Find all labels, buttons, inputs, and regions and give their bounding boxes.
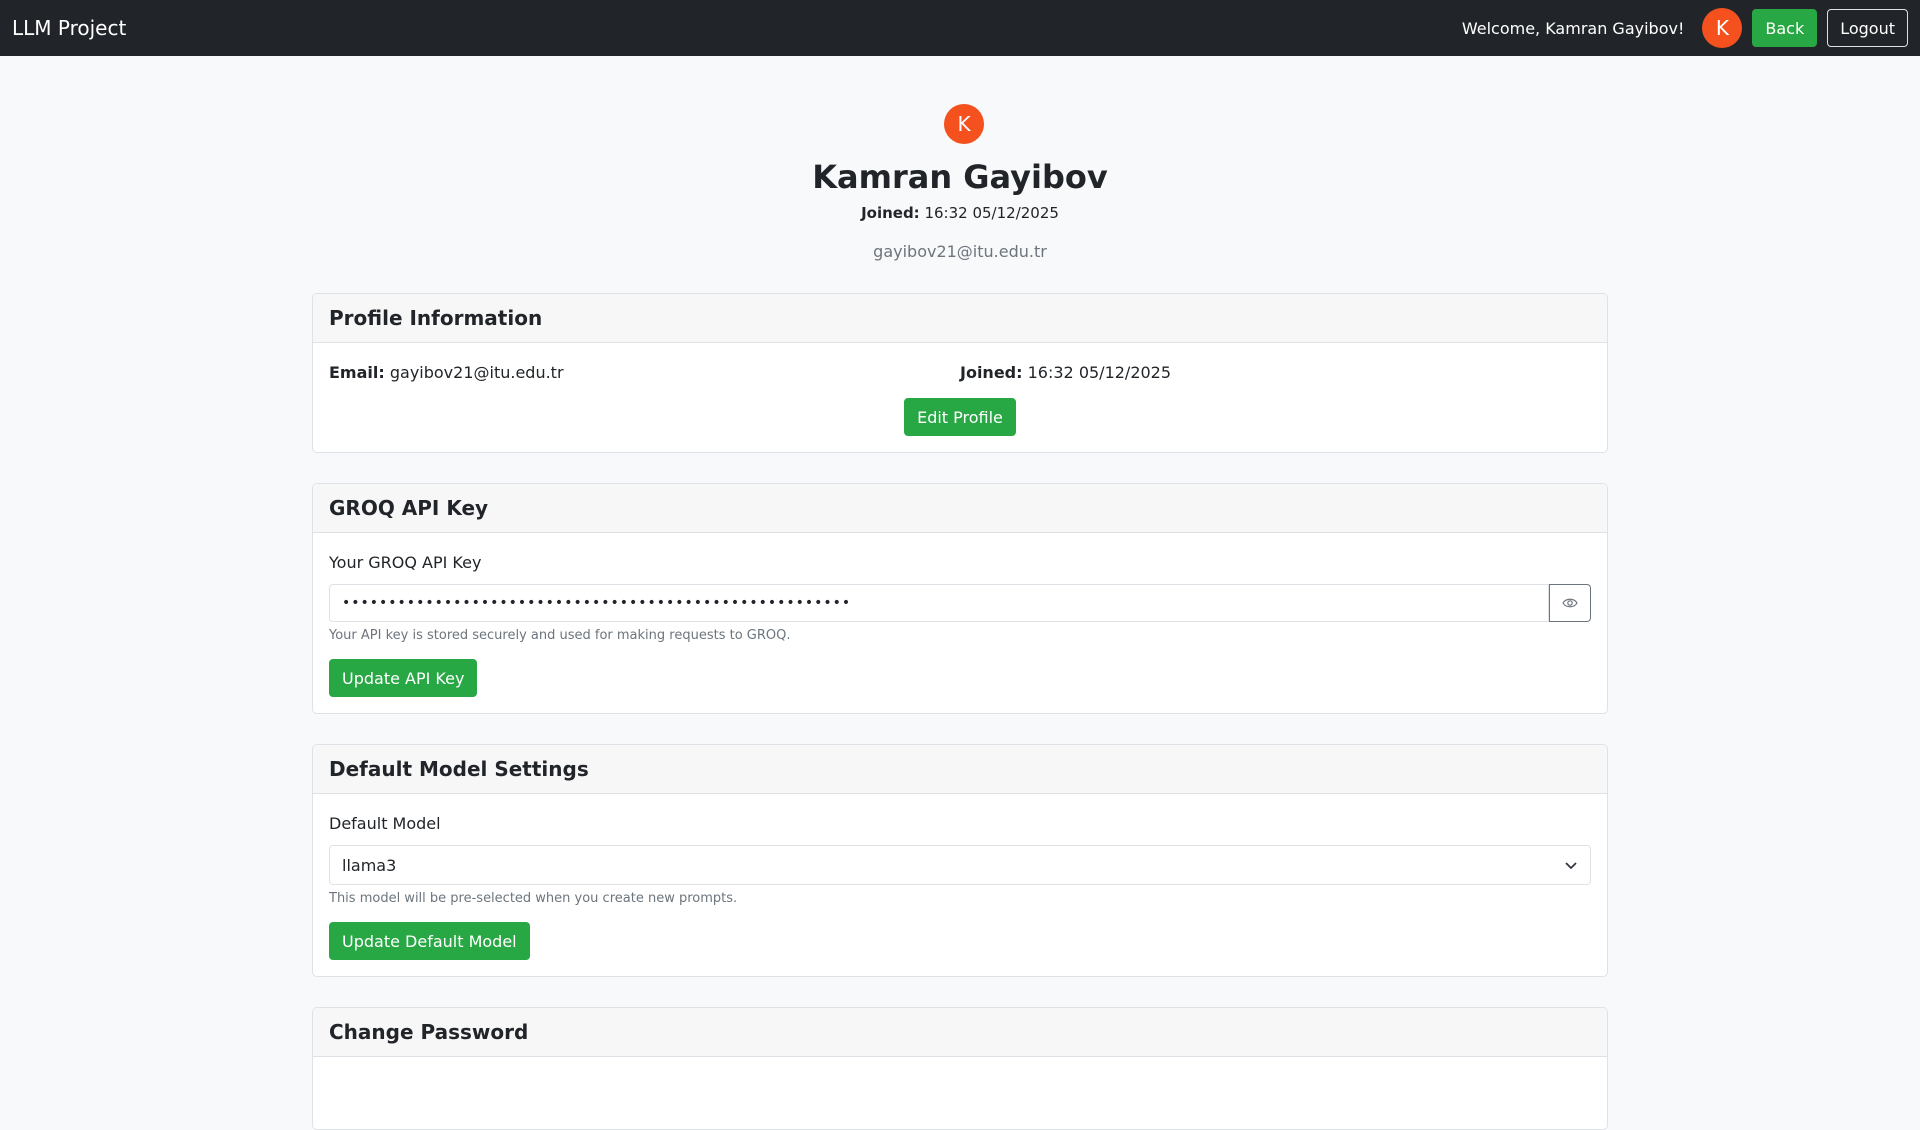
- logout-button[interactable]: Logout: [1827, 9, 1908, 47]
- info-email-value: gayibov21@itu.edu.tr: [389, 363, 564, 382]
- profile-avatar: K: [944, 104, 984, 144]
- api-key-card: GROQ API Key Your GROQ API Key •••••••••…: [312, 483, 1608, 714]
- joined-label: Joined:: [861, 204, 920, 222]
- api-key-label: Your GROQ API Key: [329, 553, 482, 572]
- top-navbar: LLM Project Welcome, Kamran Gayibov! K B…: [0, 0, 1920, 56]
- edit-profile-button[interactable]: Edit Profile: [904, 398, 1016, 436]
- navbar-right: Welcome, Kamran Gayibov! K Back Logout: [1462, 8, 1908, 48]
- welcome-text: Welcome, Kamran Gayibov!: [1461, 18, 1685, 38]
- back-button[interactable]: Back: [1752, 9, 1818, 47]
- update-default-model-button[interactable]: Update Default Model: [329, 922, 530, 960]
- joined-value: 16:32 05/12/2025: [924, 204, 1059, 222]
- chevron-down-icon: [1565, 862, 1577, 870]
- default-model-title: Default Model Settings: [313, 745, 1607, 794]
- user-avatar[interactable]: K: [1702, 8, 1743, 48]
- info-joined: Joined: 16:32 05/12/2025: [960, 363, 1591, 382]
- default-model-select[interactable]: llama3: [329, 845, 1591, 885]
- api-key-input[interactable]: ••••••••••••••••••••••••••••••••••••••••…: [329, 584, 1549, 622]
- brand-link[interactable]: LLM Project: [12, 16, 126, 40]
- api-key-help: Your API key is stored securely and used…: [329, 628, 791, 643]
- change-password-title: Change Password: [313, 1008, 1607, 1057]
- info-joined-value: 16:32 05/12/2025: [1027, 363, 1172, 382]
- update-api-key-button[interactable]: Update API Key: [329, 659, 478, 697]
- default-model-help: This model will be pre-selected when you…: [329, 891, 738, 906]
- eye-icon: [1562, 598, 1578, 608]
- info-joined-label: Joined:: [960, 363, 1023, 382]
- main-container: Profile Information Email: gayibov21@itu…: [312, 293, 1608, 1130]
- default-model-label: Default Model: [329, 814, 441, 833]
- profile-email: gayibov21@itu.edu.tr: [873, 242, 1047, 261]
- profile-name: Kamran Gayibov: [812, 158, 1108, 196]
- info-email: Email: gayibov21@itu.edu.tr: [329, 363, 960, 382]
- api-key-title: GROQ API Key: [313, 484, 1607, 533]
- default-model-value: llama3: [342, 855, 397, 875]
- toggle-visibility-button[interactable]: [1549, 584, 1591, 622]
- default-model-card: Default Model Settings Default Model lla…: [312, 744, 1608, 977]
- info-email-label: Email:: [329, 363, 385, 382]
- profile-joined: Joined: 16:32 05/12/2025: [0, 204, 1920, 222]
- change-password-card: Change Password: [312, 1007, 1608, 1130]
- profile-header: K Kamran Gayibov Joined: 16:32 05/12/202…: [0, 56, 1920, 261]
- profile-info-card: Profile Information Email: gayibov21@itu…: [312, 293, 1608, 453]
- profile-info-title: Profile Information: [313, 294, 1607, 343]
